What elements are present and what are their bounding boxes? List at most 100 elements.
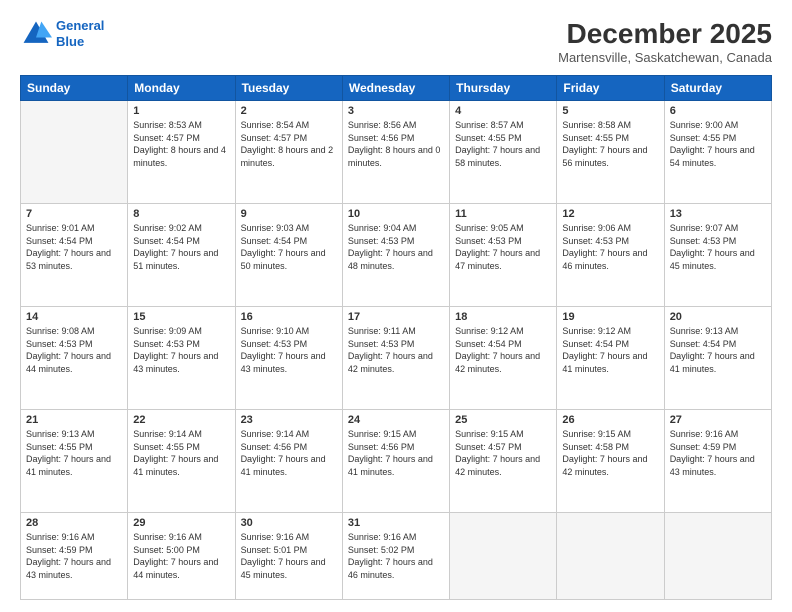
calendar-cell: 15 Sunrise: 9:09 AMSunset: 4:53 PMDayligh… [128,307,235,410]
calendar-cell [450,513,557,600]
day-info: Sunrise: 9:09 AMSunset: 4:53 PMDaylight:… [133,325,229,375]
day-number: 4 [455,105,551,117]
day-info: Sunrise: 9:12 AMSunset: 4:54 PMDaylight:… [455,325,551,375]
calendar-cell: 3 Sunrise: 8:56 AMSunset: 4:56 PMDaylight… [342,101,449,204]
calendar-cell: 5 Sunrise: 8:58 AMSunset: 4:55 PMDaylight… [557,101,664,204]
calendar-cell: 2Sunrise: 8:54 AMSunset: 4:57 PMDaylight… [235,101,342,204]
calendar: SundayMondayTuesdayWednesdayThursdayFrid… [20,75,772,600]
calendar-cell: 18 Sunrise: 9:12 AMSunset: 4:54 PMDayligh… [450,307,557,410]
day-info: Sunrise: 9:16 AMSunset: 5:02 PMDaylight:… [348,531,444,581]
day-number: 1 [133,105,229,117]
calendar-cell: 26Sunrise: 9:15 AMSunset: 4:58 PMDayligh… [557,410,664,513]
day-number: 3 [348,105,444,117]
day-info: Sunrise: 9:10 AMSunset: 4:53 PMDaylight:… [241,325,337,375]
calendar-cell: 11 Sunrise: 9:05 AMSunset: 4:53 PMDayligh… [450,204,557,307]
day-info: Sunrise: 9:14 AMSunset: 4:56 PMDaylight:… [241,428,337,478]
calendar-cell: 27Sunrise: 9:16 AMSunset: 4:59 PMDayligh… [664,410,771,513]
calendar-cell: 9 Sunrise: 9:03 AMSunset: 4:54 PMDaylight… [235,204,342,307]
calendar-cell: 20 Sunrise: 9:13 AMSunset: 4:54 PMDayligh… [664,307,771,410]
logo-icon [20,18,52,50]
weekday-header-saturday: Saturday [664,76,771,101]
day-info: Sunrise: 8:54 AMSunset: 4:57 PMDaylight:… [241,119,337,169]
day-number: 18 [455,311,551,323]
day-info: Sunrise: 8:56 AMSunset: 4:56 PMDaylight:… [348,119,444,169]
week-row-2: 7 Sunrise: 9:01 AMSunset: 4:54 PMDaylight… [21,204,772,307]
week-row-4: 21 Sunrise: 9:13 AMSunset: 4:55 PMDayligh… [21,410,772,513]
day-info: Sunrise: 9:12 AMSunset: 4:54 PMDaylight:… [562,325,658,375]
week-row-3: 14Sunrise: 9:08 AMSunset: 4:53 PMDayligh… [21,307,772,410]
day-info: Sunrise: 8:57 AMSunset: 4:55 PMDaylight:… [455,119,551,169]
day-number: 15 [133,311,229,323]
calendar-cell [21,101,128,204]
day-info: Sunrise: 9:05 AMSunset: 4:53 PMDaylight:… [455,222,551,272]
day-info: Sunrise: 8:58 AMSunset: 4:55 PMDaylight:… [562,119,658,169]
day-number: 6 [670,105,766,117]
calendar-cell: 14Sunrise: 9:08 AMSunset: 4:53 PMDayligh… [21,307,128,410]
day-number: 7 [26,208,122,220]
calendar-cell [557,513,664,600]
day-number: 31 [348,517,444,529]
calendar-cell: 24 Sunrise: 9:15 AMSunset: 4:56 PMDayligh… [342,410,449,513]
day-number: 10 [348,208,444,220]
week-row-5: 28Sunrise: 9:16 AMSunset: 4:59 PMDayligh… [21,513,772,600]
calendar-cell: 21 Sunrise: 9:13 AMSunset: 4:55 PMDayligh… [21,410,128,513]
day-info: Sunrise: 9:16 AMSunset: 4:59 PMDaylight:… [26,531,122,581]
day-info: Sunrise: 9:02 AMSunset: 4:54 PMDaylight:… [133,222,229,272]
calendar-cell [664,513,771,600]
calendar-cell: 13Sunrise: 9:07 AMSunset: 4:53 PMDayligh… [664,204,771,307]
day-number: 9 [241,208,337,220]
day-number: 20 [670,311,766,323]
day-number: 22 [133,414,229,426]
page: General Blue December 2025 Martensville,… [0,0,792,612]
day-info: Sunrise: 9:16 AMSunset: 4:59 PMDaylight:… [670,428,766,478]
day-number: 25 [455,414,551,426]
calendar-cell: 25Sunrise: 9:15 AMSunset: 4:57 PMDayligh… [450,410,557,513]
day-number: 8 [133,208,229,220]
day-number: 24 [348,414,444,426]
weekday-header-row: SundayMondayTuesdayWednesdayThursdayFrid… [21,76,772,101]
day-number: 19 [562,311,658,323]
weekday-header-monday: Monday [128,76,235,101]
weekday-header-friday: Friday [557,76,664,101]
title-block: December 2025 Martensville, Saskatchewan… [558,18,772,65]
day-number: 23 [241,414,337,426]
calendar-cell: 6Sunrise: 9:00 AMSunset: 4:55 PMDaylight… [664,101,771,204]
logo-text: General Blue [56,18,104,49]
day-number: 5 [562,105,658,117]
calendar-cell: 31 Sunrise: 9:16 AMSunset: 5:02 PMDayligh… [342,513,449,600]
day-info: Sunrise: 9:14 AMSunset: 4:55 PMDaylight:… [133,428,229,478]
calendar-cell: 22 Sunrise: 9:14 AMSunset: 4:55 PMDayligh… [128,410,235,513]
day-number: 16 [241,311,337,323]
calendar-cell: 17Sunrise: 9:11 AMSunset: 4:53 PMDayligh… [342,307,449,410]
day-number: 13 [670,208,766,220]
calendar-cell: 1 Sunrise: 8:53 AMSunset: 4:57 PMDaylight… [128,101,235,204]
header: General Blue December 2025 Martensville,… [20,18,772,65]
day-number: 29 [133,517,229,529]
calendar-cell: 4 Sunrise: 8:57 AMSunset: 4:55 PMDaylight… [450,101,557,204]
day-info: Sunrise: 9:04 AMSunset: 4:53 PMDaylight:… [348,222,444,272]
calendar-cell: 30Sunrise: 9:16 AMSunset: 5:01 PMDayligh… [235,513,342,600]
day-number: 11 [455,208,551,220]
weekday-header-sunday: Sunday [21,76,128,101]
weekday-header-thursday: Thursday [450,76,557,101]
month-title: December 2025 [558,18,772,50]
day-number: 21 [26,414,122,426]
weekday-header-wednesday: Wednesday [342,76,449,101]
calendar-cell: 10 Sunrise: 9:04 AMSunset: 4:53 PMDayligh… [342,204,449,307]
day-number: 17 [348,311,444,323]
day-info: Sunrise: 9:06 AMSunset: 4:53 PMDaylight:… [562,222,658,272]
day-info: Sunrise: 9:13 AMSunset: 4:54 PMDaylight:… [670,325,766,375]
day-info: Sunrise: 9:15 AMSunset: 4:56 PMDaylight:… [348,428,444,478]
day-info: Sunrise: 9:03 AMSunset: 4:54 PMDaylight:… [241,222,337,272]
calendar-cell: 28Sunrise: 9:16 AMSunset: 4:59 PMDayligh… [21,513,128,600]
day-info: Sunrise: 9:13 AMSunset: 4:55 PMDaylight:… [26,428,122,478]
day-info: Sunrise: 8:53 AMSunset: 4:57 PMDaylight:… [133,119,229,169]
calendar-cell: 7 Sunrise: 9:01 AMSunset: 4:54 PMDaylight… [21,204,128,307]
calendar-cell: 12Sunrise: 9:06 AMSunset: 4:53 PMDayligh… [557,204,664,307]
calendar-cell: 8 Sunrise: 9:02 AMSunset: 4:54 PMDaylight… [128,204,235,307]
logo: General Blue [20,18,104,50]
day-number: 14 [26,311,122,323]
calendar-cell: 29Sunrise: 9:16 AMSunset: 5:00 PMDayligh… [128,513,235,600]
day-info: Sunrise: 9:01 AMSunset: 4:54 PMDaylight:… [26,222,122,272]
location: Martensville, Saskatchewan, Canada [558,50,772,65]
